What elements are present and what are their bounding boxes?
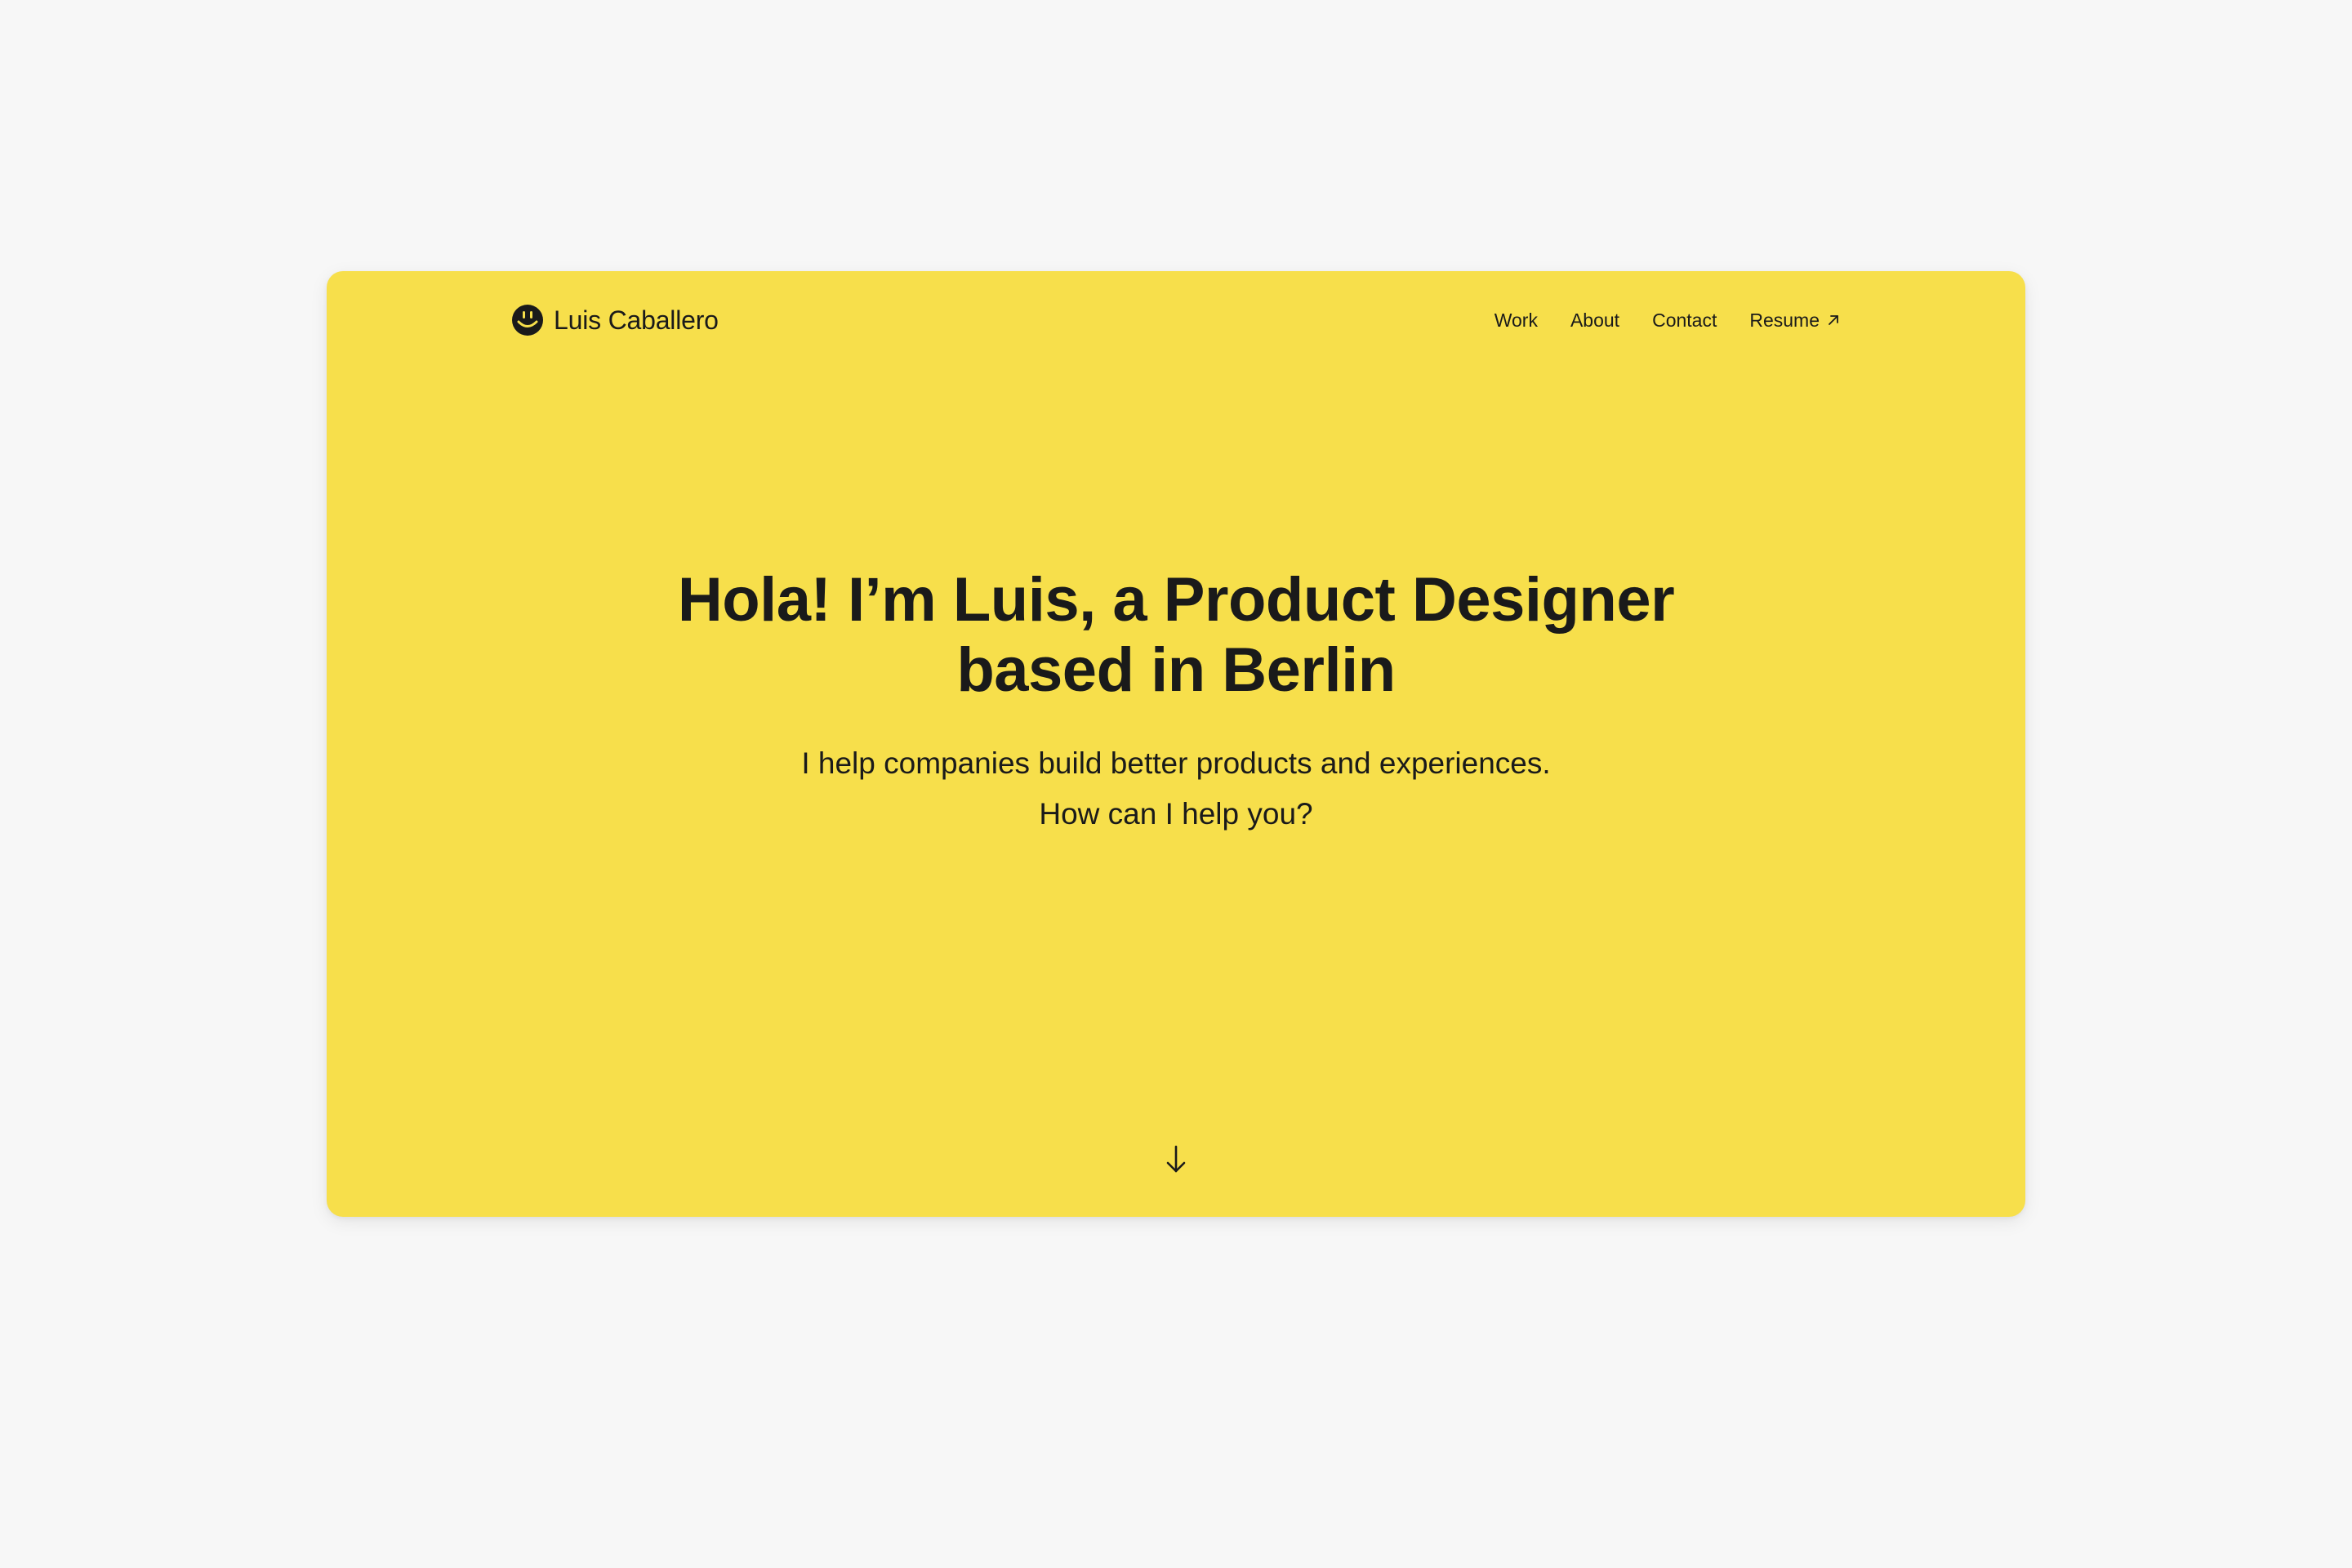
nav-link-resume[interactable]: Resume [1749, 310, 1841, 332]
hero-section: Hola! I’m Luis, a Product Designer based… [327, 565, 2025, 840]
nav-link-contact-label: Contact [1652, 309, 1717, 331]
arrow-down-icon [1166, 1145, 1186, 1173]
hero-subtitle-line-1: I help companies build better products a… [801, 746, 1551, 780]
hero-title: Hola! I’m Luis, a Product Designer based… [604, 565, 1748, 706]
smiley-face-icon [512, 305, 543, 336]
nav-link-resume-label: Resume [1749, 309, 1820, 331]
hero-title-line-1: Hola! I’m Luis, a Product Designer [677, 565, 1675, 635]
nav-link-about[interactable]: About [1570, 310, 1619, 332]
brand-name: Luis Caballero [554, 305, 719, 335]
arrow-up-right-icon [1829, 315, 1838, 325]
nav-link-contact[interactable]: Contact [1652, 310, 1717, 332]
brand-logo-link[interactable]: Luis Caballero [511, 301, 719, 340]
hero-card: Luis Caballero Work About Contact Resume… [327, 271, 2025, 1217]
nav-link-about-label: About [1570, 309, 1620, 331]
main-nav: Work About Contact Resume [1494, 304, 1841, 336]
nav-link-work-label: Work [1494, 309, 1538, 331]
hero-subtitle: I help companies build better products a… [604, 738, 1748, 840]
nav-link-work[interactable]: Work [1494, 310, 1538, 332]
scroll-down-button[interactable] [1161, 1143, 1191, 1176]
hero-title-line-2: based in Berlin [956, 635, 1396, 705]
hero-subtitle-line-2: How can I help you? [1039, 797, 1313, 831]
